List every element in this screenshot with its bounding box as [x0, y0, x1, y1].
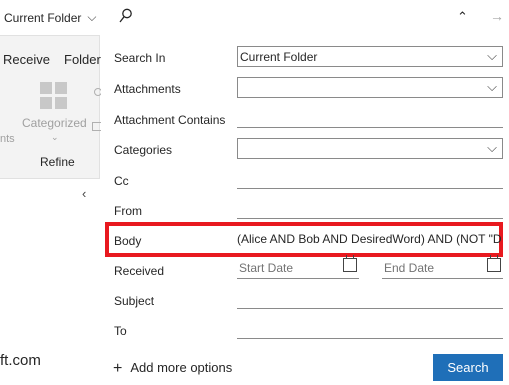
- search-button[interactable]: Search: [433, 354, 503, 381]
- calendar-icon[interactable]: [343, 255, 357, 272]
- search-in-label: Search In: [114, 51, 166, 65]
- folder-scope-dropdown[interactable]: Current Folder ⌵: [0, 0, 100, 36]
- attachments-dropdown[interactable]: ⌵: [237, 77, 503, 98]
- end-date-placeholder: End Date: [384, 261, 435, 275]
- tab-folder[interactable]: Folder: [64, 52, 101, 67]
- tab-send-receive[interactable]: Receive: [3, 52, 50, 67]
- search-icon[interactable]: [119, 8, 133, 24]
- subject-label: Subject: [114, 294, 155, 308]
- search-header: ⌃ →: [101, 0, 509, 36]
- add-more-options-label: Add more options: [130, 360, 233, 375]
- calendar-icon[interactable]: [487, 255, 501, 272]
- to-input[interactable]: [237, 318, 503, 339]
- account-domain: ft.com: [0, 352, 41, 369]
- categories-label: Categories: [114, 143, 173, 157]
- arrow-right-icon[interactable]: →: [490, 8, 504, 24]
- chevron-down-icon: ⌵: [487, 79, 497, 94]
- categories-dropdown[interactable]: ⌵: [237, 138, 503, 159]
- from-input[interactable]: [237, 198, 503, 219]
- search-in-dropdown[interactable]: Current Folder ⌵: [237, 46, 503, 67]
- attachment-contains-input[interactable]: [237, 107, 503, 128]
- collapse-left-icon[interactable]: ‹: [82, 186, 86, 201]
- categorized-button[interactable]: Categorized: [22, 116, 87, 130]
- search-in-value: Current Folder: [240, 50, 318, 64]
- from-label: From: [114, 204, 142, 218]
- chevron-down-icon: ⌄: [51, 132, 59, 142]
- attachments-label: Attachments: [114, 82, 181, 96]
- body-label: Body: [114, 234, 142, 248]
- categorize-icon: [40, 82, 68, 110]
- end-date-input[interactable]: End Date: [382, 255, 503, 279]
- cc-input[interactable]: [237, 168, 503, 189]
- body-input[interactable]: (Alice AND Bob AND DesiredWord) AND (NOT…: [237, 232, 501, 250]
- ribbon-tabs: Receive Folder: [0, 48, 101, 70]
- refine-group-label: Refine: [40, 155, 75, 169]
- received-label: Received: [114, 264, 165, 278]
- chevron-down-icon: ⌵: [487, 48, 497, 63]
- chevron-down-icon: ⌵: [87, 10, 97, 24]
- ribbon-panel: Current Folder ⌵ Receive Folder nts Cate…: [0, 0, 102, 385]
- attachment-contains-label: Attachment Contains: [114, 113, 226, 127]
- folder-scope-label: Current Folder: [4, 10, 82, 25]
- plus-icon: +: [113, 360, 123, 377]
- subject-input[interactable]: [237, 288, 503, 309]
- chevron-up-icon[interactable]: ⌃: [457, 9, 468, 25]
- ribbon-label-fragment: nts: [0, 133, 15, 145]
- start-date-placeholder: Start Date: [239, 261, 294, 275]
- start-date-input[interactable]: Start Date: [237, 255, 359, 279]
- to-label: To: [114, 324, 127, 338]
- chevron-down-icon: ⌵: [487, 140, 497, 155]
- advanced-search-panel: ⌃ → Search In Current Folder ⌵ Attachmen…: [101, 0, 509, 385]
- cc-label: Cc: [114, 174, 129, 188]
- add-more-options-button[interactable]: + Add more options: [113, 360, 232, 378]
